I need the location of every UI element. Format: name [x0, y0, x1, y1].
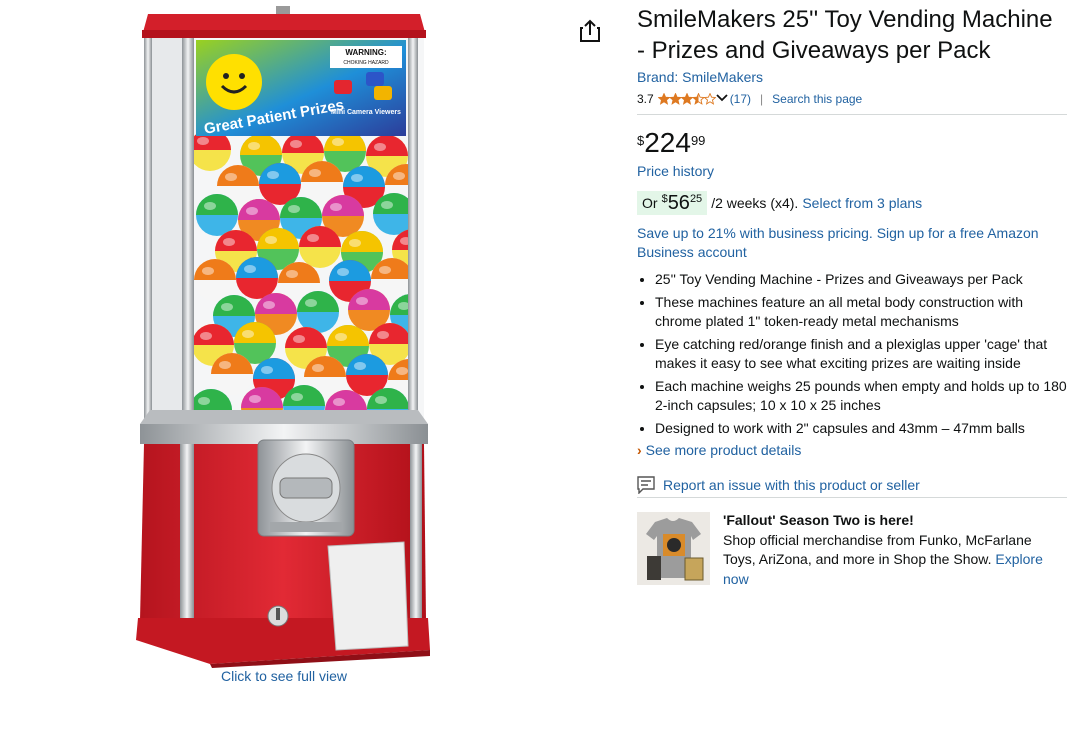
capsule [288, 205, 300, 213]
star-icon [668, 93, 682, 105]
promo-body: Shop official merchandise from Funko, Mc… [723, 531, 1032, 568]
brand-link[interactable]: Brand: SmileMakers [637, 69, 1067, 85]
price: $ 224 99 [637, 127, 1067, 163]
star-icon [680, 93, 694, 105]
rating-count-link[interactable]: (17) [730, 92, 751, 106]
capsule [333, 398, 345, 406]
capsule [375, 396, 387, 404]
chevron-right-icon: › [637, 442, 642, 458]
promo-title: 'Fallout' Season Two is here! [723, 512, 914, 528]
installment-chip: Or $ 56 25 [637, 191, 708, 215]
capsule [377, 331, 389, 339]
capsule [374, 143, 386, 151]
capsule [293, 335, 305, 343]
capsule [332, 138, 344, 146]
share-icon[interactable] [578, 18, 602, 44]
select-plans-link[interactable]: Select from 3 plans [802, 195, 922, 211]
rating-stars[interactable] [657, 93, 728, 105]
click-to-see-full-view-link[interactable]: Click to see full view [130, 668, 438, 684]
capsule [330, 203, 342, 211]
see-more-details[interactable]: › See more product details [637, 442, 1067, 458]
business-pricing-link[interactable]: Save up to 21% with business pricing. Si… [637, 224, 1067, 262]
warning-label: WARNING: [345, 48, 386, 57]
capsule [242, 330, 254, 338]
capsule [225, 173, 237, 181]
promo-banner[interactable]: 'Fallout' Season Two is here! Shop offic… [637, 512, 1067, 589]
capsule [286, 270, 298, 278]
promo-thumbnail[interactable] [637, 512, 710, 585]
capsule [221, 303, 233, 311]
capsule [223, 238, 235, 246]
capsule [349, 239, 361, 247]
capsule [265, 236, 277, 244]
capsule [202, 267, 214, 275]
star-icon [657, 93, 671, 105]
capsule [246, 207, 258, 215]
price-history-link[interactable]: Price history [637, 163, 1067, 179]
capsule [248, 142, 260, 150]
capsule [290, 140, 302, 148]
installment-offer: Or $ 56 25 /2 weeks (x4). Select from 3 … [637, 191, 1067, 215]
chevron-down-icon[interactable] [716, 93, 728, 103]
installment-period: /2 weeks (x4). [711, 195, 799, 211]
divider [637, 114, 1067, 115]
capsule [351, 174, 363, 182]
installment-or: Or [642, 195, 658, 211]
capsule [267, 171, 279, 179]
search-this-page-link[interactable]: Search this page [772, 92, 862, 106]
star-icon [691, 93, 705, 105]
divider: | [760, 92, 764, 106]
feature-bullet: These machines feature an all metal body… [655, 293, 1067, 331]
capsule [263, 301, 275, 309]
capsule [335, 333, 347, 341]
divider [637, 497, 1067, 498]
capsule [244, 265, 256, 273]
capsule [354, 362, 366, 370]
capsule [219, 361, 231, 369]
feature-bullets: 25'' Toy Vending Machine - Prizes and Gi… [637, 270, 1067, 438]
capsule [200, 332, 212, 340]
feature-bullet: Designed to work with 2" capsules and 43… [655, 419, 1067, 438]
price-fraction: 99 [690, 133, 706, 148]
price-whole: 224 [644, 127, 691, 158]
product-main-image[interactable]: WARNING: CHOKING HAZARD Great Patient Pr… [130, 0, 440, 670]
product-title: SmileMakers 25'' Toy Vending Machine - P… [637, 6, 1053, 64]
installment-whole: 56 [667, 192, 690, 214]
capsule [204, 202, 216, 210]
report-issue-row[interactable]: Report an issue with this product or sel… [637, 474, 1067, 496]
sign-subtitle: Mini Camera Viewers [331, 109, 401, 116]
tshirt-thumbnail-image [637, 512, 710, 585]
capsule [307, 234, 319, 242]
capsule [249, 395, 261, 403]
star-icon [703, 93, 716, 105]
feature-bullet: 25'' Toy Vending Machine - Prizes and Gi… [655, 270, 1067, 289]
warning-sub: CHOKING HAZARD [343, 60, 389, 66]
feature-bullet: Each machine weighs 25 pounds when empty… [655, 377, 1067, 415]
price-symbol: $ [637, 133, 645, 148]
capsule [396, 367, 408, 375]
capsule [337, 268, 349, 276]
capsule [379, 266, 391, 274]
promo-text: 'Fallout' Season Two is here! Shop offic… [723, 511, 1067, 589]
capsule [197, 137, 209, 145]
report-issue-link[interactable]: Report an issue with this product or sel… [663, 477, 920, 493]
vending-machine-illustration: WARNING: CHOKING HAZARD Great Patient Pr… [136, 6, 430, 668]
capsule [261, 366, 273, 374]
capsule [291, 393, 303, 401]
feature-bullet: Eye catching red/orange finish and a ple… [655, 335, 1067, 373]
installment-fraction: 25 [689, 193, 703, 205]
capsule [305, 299, 317, 307]
capsule [381, 201, 393, 209]
report-icon [637, 476, 655, 494]
rating-value: 3.7 [637, 92, 654, 106]
rating-row: 3.7 (17) | Search this page [637, 90, 1067, 108]
capsule [198, 397, 210, 405]
product-details-column: SmileMakers 25'' Toy Vending Machine - P… [637, 0, 1067, 589]
see-more-details-link[interactable]: See more product details [646, 442, 802, 458]
capsule [393, 172, 405, 180]
capsule [312, 364, 324, 372]
capsule [356, 297, 368, 305]
capsule [309, 169, 321, 177]
